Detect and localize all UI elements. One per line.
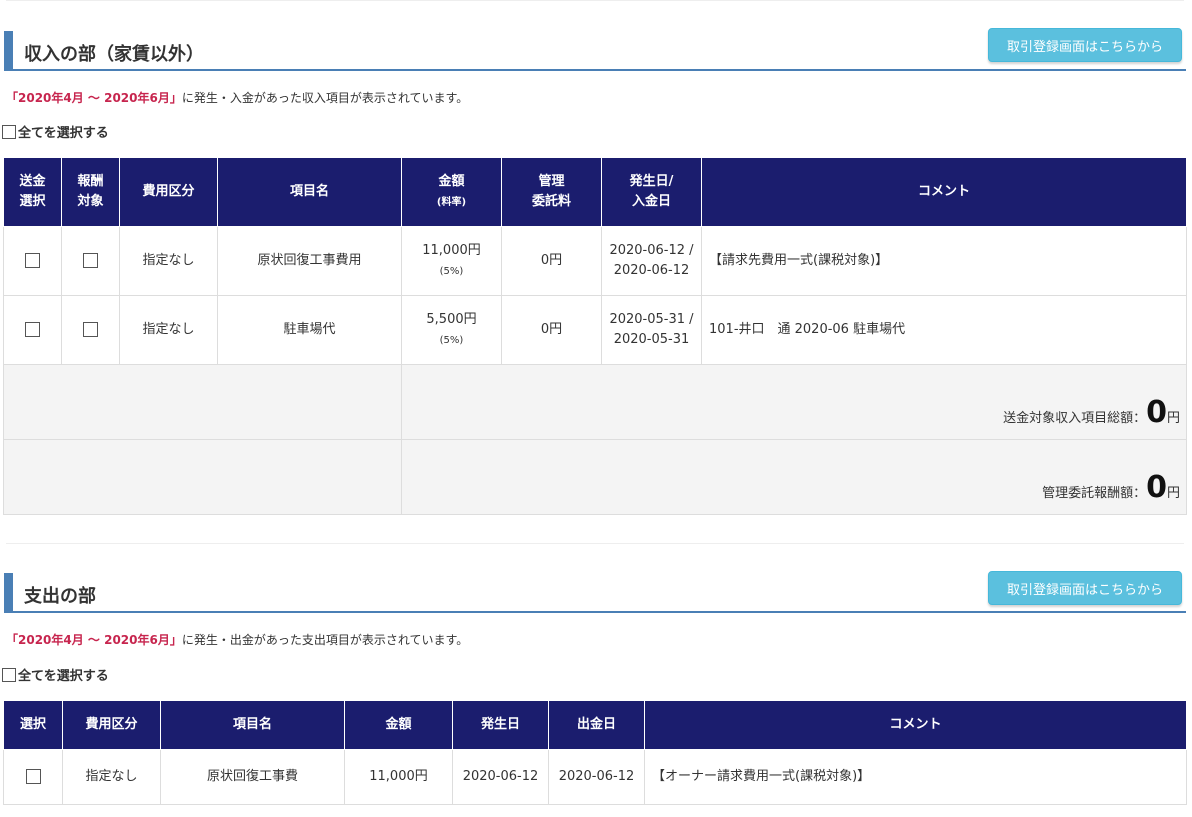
send-select-checkbox[interactable] [25,322,40,337]
send-select-cell [3,295,62,365]
item-name-cell: 駐車場代 [217,295,402,365]
comment-cell: 101-井口 通 2020-06 駐車場代 [701,295,1187,365]
summary-spacer [3,364,402,440]
reward-target-cell [61,295,120,365]
section-accent-bar [4,573,13,611]
col-management-fee: 管理 委託料 [501,157,602,227]
col-date: 発生日/入金日 [601,157,702,227]
income-period-text: に発生・入金があった収入項目が表示されています。 [181,91,469,105]
reward-target-checkbox[interactable] [83,253,98,268]
amount-cell: 5,500円 (5%) [401,295,502,365]
fee-total-cell: 管理委託報酬額：0円 [401,439,1187,515]
comment-cell: 【請求先費用一式(課税対象)】 [701,226,1187,296]
send-select-checkbox[interactable] [25,253,40,268]
col-item-name: 項目名 [160,700,345,750]
yen-unit: 円 [1166,486,1180,501]
expense-select-all-checkbox[interactable] [2,667,16,682]
income-total-value: 0 [1146,395,1167,430]
fee-total-value: 0 [1146,470,1167,505]
expense-select-all-label: 全てを選択する [18,669,109,684]
income-select-all-checkbox[interactable] [2,124,16,139]
section-accent-bar [4,31,13,69]
col-category: 費用区分 [119,157,218,227]
col-select: 選択 [3,700,63,750]
amount-cell: 11,000円 [344,749,453,805]
income-period-note: 「2020年4月 〜 2020年6月」に発生・入金があった収入項目が表示されてい… [6,89,468,106]
col-amount: 金額 [344,700,453,750]
expense-select-all[interactable]: 全てを選択する [2,665,109,684]
expense-header-row: 選択 費用区分 項目名 金額 発生日 出金日 コメント [3,700,1187,750]
fee-total-row: 管理委託報酬額：0円 [3,439,1187,515]
income-total-row: 送金対象収入項目総額：0円 [3,364,1187,440]
income-select-all[interactable]: 全てを選択する [2,122,109,141]
expense-select-checkbox[interactable] [25,769,41,784]
date-cell: 2020-06-12 /2020-06-12 [601,226,702,296]
expense-section-title: 支出の部 [24,586,96,607]
income-section-title: 収入の部（家賃以外） [24,44,204,65]
expense-period-text: に発生・出金があった支出項目が表示されています。 [181,633,469,647]
fee-total-label: 管理委託報酬額： [1042,486,1147,501]
yen-unit: 円 [1166,411,1180,426]
category-cell: 指定なし [119,295,218,365]
date-cell: 2020-05-31 /2020-05-31 [601,295,702,365]
col-reward-target: 報酬 対象 [61,157,120,227]
payment-date-cell: 2020-06-12 [548,749,645,805]
col-category: 費用区分 [62,700,161,750]
top-divider [6,0,1184,1]
expense-register-button[interactable]: 取引登録画面はこちらから [988,571,1182,605]
amount-cell: 11,000円 (5%) [401,226,502,296]
category-cell: 指定なし [62,749,161,805]
col-comment: コメント [644,700,1187,750]
section-divider [6,543,1184,544]
select-cell [3,749,63,805]
expense-period-highlight: 「2020年4月 〜 2020年6月」 [6,633,182,647]
table-row: 指定なし 原状回復工事費用 11,000円 (5%) 0円 2020-06-12 … [3,226,1187,296]
col-item-name: 項目名 [217,157,402,227]
category-cell: 指定なし [119,226,218,296]
item-name-cell: 原状回復工事費 [160,749,345,805]
item-name-cell: 原状回復工事費用 [217,226,402,296]
income-header-row: 送金 選択 報酬 対象 費用区分 項目名 金額 (料率) 管理 委託料 発生日/入金日 … [3,157,1187,227]
expense-period-note: 「2020年4月 〜 2020年6月」に発生・出金があった支出項目が表示されてい… [6,631,468,648]
col-send-select: 送金 選択 [3,157,62,227]
table-row: 指定なし 駐車場代 5,500円 (5%) 0円 2020-05-31 /2020… [3,295,1187,365]
income-table: 送金 選択 報酬 対象 費用区分 項目名 金額 (料率) 管理 委託料 発生日/入金日 … [3,157,1187,515]
col-occur-date: 発生日 [452,700,549,750]
income-total-cell: 送金対象収入項目総額：0円 [401,364,1187,440]
comment-cell: 【オーナー請求費用一式(課税対象)】 [644,749,1187,805]
income-period-highlight: 「2020年4月 〜 2020年6月」 [6,91,182,105]
income-total-label: 送金対象収入項目総額： [1003,411,1147,426]
fee-cell: 0円 [501,295,602,365]
income-register-button[interactable]: 取引登録画面はこちらから [988,28,1182,62]
table-row: 指定なし 原状回復工事費 11,000円 2020-06-12 2020-06-… [3,749,1187,805]
income-select-all-label: 全てを選択する [18,126,109,141]
occur-date-cell: 2020-06-12 [452,749,549,805]
col-comment: コメント [701,157,1187,227]
expense-table: 選択 費用区分 項目名 金額 発生日 出金日 コメント 指定なし 原状回復工事費… [3,700,1187,805]
col-amount: 金額 (料率) [401,157,502,227]
summary-spacer [3,439,402,515]
col-payment-date: 出金日 [548,700,645,750]
reward-target-checkbox[interactable] [83,322,98,337]
send-select-cell [3,226,62,296]
fee-cell: 0円 [501,226,602,296]
reward-target-cell [61,226,120,296]
